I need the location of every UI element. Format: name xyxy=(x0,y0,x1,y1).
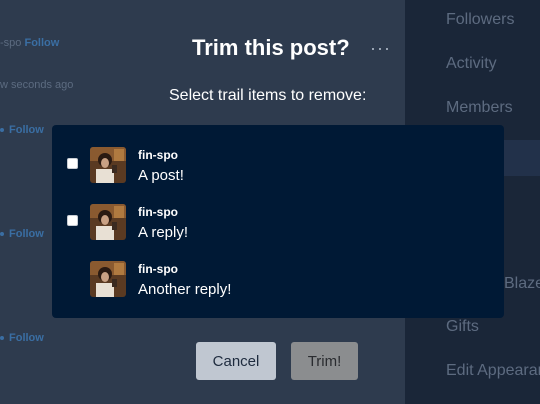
feed-dot xyxy=(0,232,4,236)
trail-items-panel: fin-spo A post! fin-spo A reply! fin-spo… xyxy=(52,125,504,318)
trail-item-username: fin-spo xyxy=(138,262,178,276)
trail-item-username: fin-spo xyxy=(138,205,178,219)
avatar xyxy=(90,147,126,183)
feed-dot xyxy=(0,128,4,132)
dialog-title: Trim this post? xyxy=(192,35,350,60)
feed-follow-link: Follow xyxy=(24,37,60,49)
trail-item-username: fin-spo xyxy=(138,148,178,162)
sidebar-highlight xyxy=(500,140,540,176)
more-options-icon[interactable]: ··· xyxy=(370,38,391,59)
avatar xyxy=(90,261,126,297)
dialog-subtitle: Select trail items to remove: xyxy=(169,87,367,104)
feed-follow-link: Follow xyxy=(9,124,44,136)
trail-item: fin-spo Another reply! xyxy=(52,239,504,298)
trail-item: fin-spo A reply! xyxy=(52,182,504,241)
trim-button[interactable]: Trim! xyxy=(291,342,358,380)
avatar xyxy=(90,204,126,240)
sidebar-item-edit-appearance: Edit Appearance xyxy=(446,362,540,379)
sidebar-item-members: Members xyxy=(446,99,513,116)
sidebar-item-blaze: Blaze xyxy=(504,275,540,292)
feed-follow-link: Follow xyxy=(9,228,44,240)
trail-item-text: Another reply! xyxy=(138,281,232,298)
cancel-button[interactable]: Cancel xyxy=(196,342,276,380)
feed-timestamp: w seconds ago xyxy=(0,79,74,91)
sidebar-item-followers: Followers xyxy=(446,11,515,28)
trail-item-checkbox[interactable] xyxy=(67,158,78,169)
sidebar-item-gifts: Gifts xyxy=(446,318,479,335)
trail-item-checkbox[interactable] xyxy=(67,215,78,226)
feed-dot xyxy=(0,336,4,340)
sidebar-item-activity: Activity xyxy=(446,55,497,72)
feed-username: -spo Follow xyxy=(0,37,60,49)
feed-follow-link: Follow xyxy=(9,332,44,344)
trail-item: fin-spo A post! xyxy=(52,125,504,184)
